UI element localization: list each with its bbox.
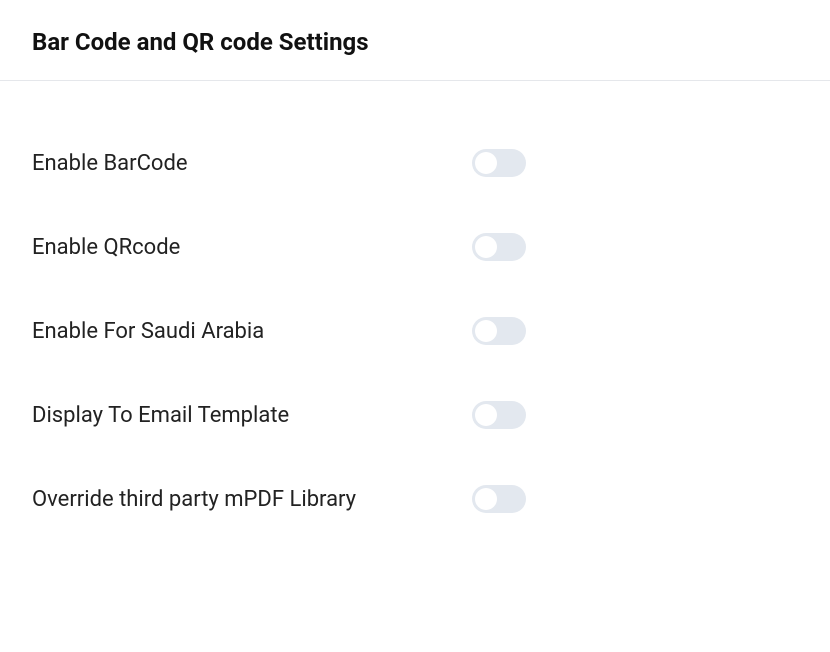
setting-label: Enable QRcode [32,235,472,260]
settings-header: Bar Code and QR code Settings [0,0,830,81]
toggle-knob [475,236,497,258]
setting-enable-qrcode: Enable QRcode [32,205,798,289]
toggle-knob [475,404,497,426]
toggle-enable-barcode[interactable] [472,149,526,177]
toggle-enable-qrcode[interactable] [472,233,526,261]
setting-display-email-template: Display To Email Template [32,373,798,457]
toggle-knob [475,320,497,342]
setting-enable-saudi-arabia: Enable For Saudi Arabia [32,289,798,373]
toggle-knob [475,152,497,174]
toggle-knob [475,488,497,510]
setting-label: Override third party mPDF Library [32,487,472,512]
toggle-display-email-template[interactable] [472,401,526,429]
setting-enable-barcode: Enable BarCode [32,121,798,205]
toggle-enable-saudi-arabia[interactable] [472,317,526,345]
setting-label: Display To Email Template [32,403,472,428]
setting-override-mpdf: Override third party mPDF Library [32,457,798,541]
setting-label: Enable For Saudi Arabia [32,319,472,344]
toggle-override-mpdf[interactable] [472,485,526,513]
settings-list: Enable BarCode Enable QRcode Enable For … [0,81,830,581]
page-title: Bar Code and QR code Settings [32,28,798,56]
setting-label: Enable BarCode [32,151,472,176]
